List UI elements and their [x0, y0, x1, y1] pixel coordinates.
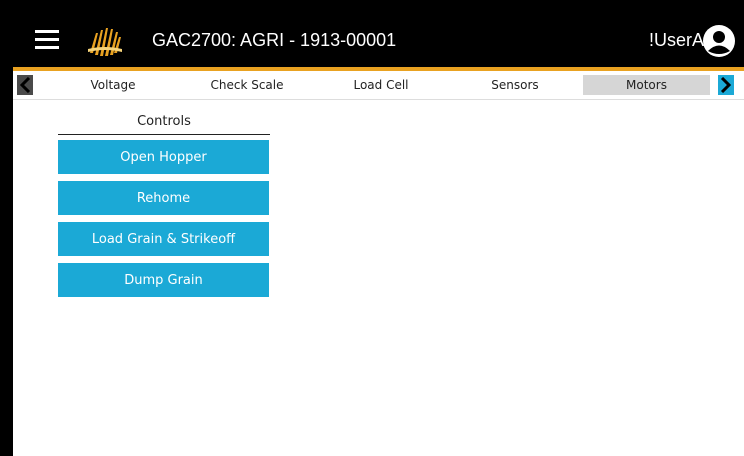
tab-check-scale[interactable]: Check Scale [197, 75, 297, 95]
controls-heading: Controls [58, 114, 270, 135]
hamburger-icon[interactable] [35, 30, 59, 50]
chevron-left-icon [19, 77, 31, 93]
tab-bar: Voltage Check Scale Load Cell Sensors Mo… [13, 71, 744, 100]
tab-scroll-left-button[interactable] [17, 75, 33, 95]
tab-voltage[interactable]: Voltage [67, 75, 159, 95]
tab-load-cell[interactable]: Load Cell [335, 75, 427, 95]
dump-grain-button[interactable]: Dump Grain [58, 263, 269, 297]
username-label: !UserA [648, 30, 704, 50]
page-title: GAC2700: AGRI - 1913-00001 [152, 30, 397, 50]
tab-scroll-right-button[interactable] [718, 75, 734, 95]
rehome-button[interactable]: Rehome [58, 181, 269, 215]
tab-sensors[interactable]: Sensors [469, 75, 561, 95]
account-circle-icon[interactable] [702, 24, 736, 58]
chevron-right-icon [720, 77, 732, 93]
app-screen: GAC2700: AGRI - 1913-00001 !UserA Voltag… [13, 17, 744, 456]
app-header: GAC2700: AGRI - 1913-00001 !UserA [13, 17, 744, 67]
tab-motors[interactable]: Motors [583, 75, 710, 95]
open-hopper-button[interactable]: Open Hopper [58, 140, 269, 174]
grain-logo [88, 28, 122, 56]
main-content: Controls Open Hopper Rehome Load Grain &… [13, 100, 744, 456]
load-grain-strikeoff-button[interactable]: Load Grain & Strikeoff [58, 222, 269, 256]
